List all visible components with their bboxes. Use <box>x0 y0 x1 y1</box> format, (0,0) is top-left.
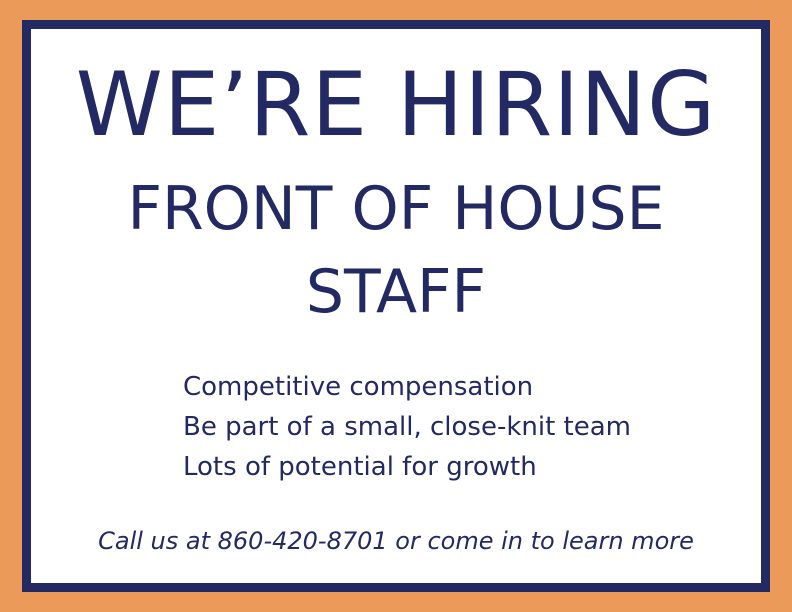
position-title-line-2: STAFF <box>305 257 487 327</box>
benefit-item: Lots of potential for growth <box>183 452 537 482</box>
benefits-list: Competitive compensation Be part of a sm… <box>183 367 631 487</box>
position-title-line-1: FRONT OF HOUSE <box>127 174 665 244</box>
call-to-action: Call us at 860-420-8701 or come in to le… <box>98 527 694 555</box>
headline: WE’RE HIRING <box>75 53 717 156</box>
poster-frame: WE’RE HIRING FRONT OF HOUSE STAFF Compet… <box>22 20 770 592</box>
benefit-item: Be part of a small, close-knit team <box>183 412 632 442</box>
benefit-item: Competitive compensation <box>183 372 534 402</box>
